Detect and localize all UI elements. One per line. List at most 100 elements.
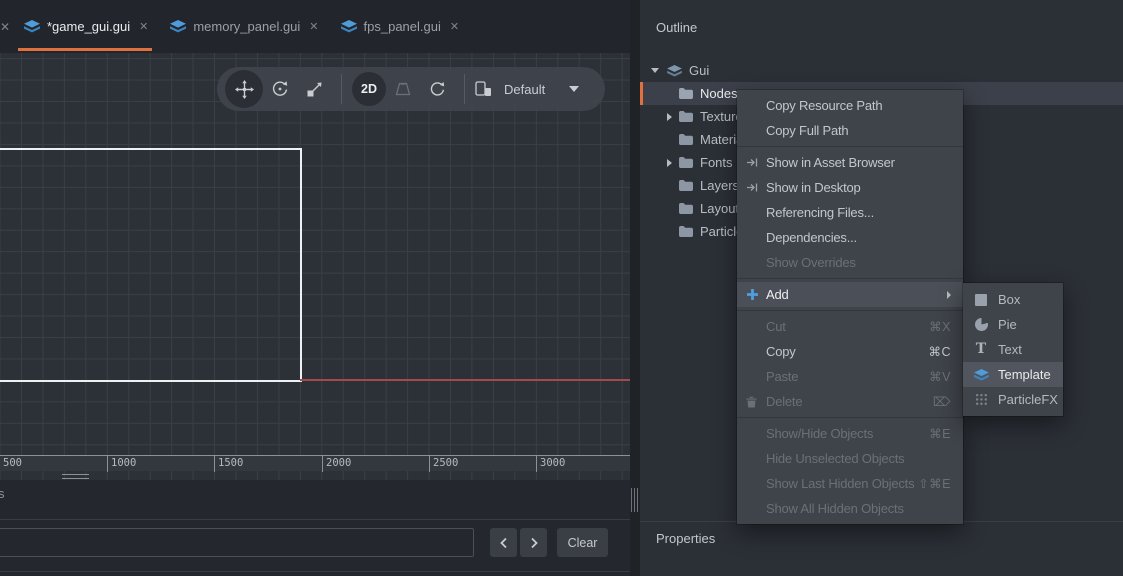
menu-item-copy-full-path[interactable]: Copy Full Path [737, 118, 963, 143]
submenu-item-particlefx[interactable]: ParticleFX [963, 387, 1063, 412]
device-profiles-icon [475, 81, 492, 97]
submenu-item-text[interactable]: T Text [963, 337, 1063, 362]
menu-item-cut: Cut ⌘X [737, 314, 963, 339]
outline-item-label: Fonts [700, 155, 733, 170]
scene-editor-pane: ✕ *game_gui.gui ✕ memory_panel.gui ✕ fps… [0, 0, 630, 576]
ruler-tick: 1500 [214, 456, 243, 472]
x-axis-line [300, 379, 630, 381]
trash-icon [746, 389, 757, 414]
properties-panel-title: Properties [656, 531, 715, 546]
shortcut-hint: ⌘V [929, 369, 951, 384]
scene-viewport[interactable]: 2D Default [0, 53, 630, 480]
close-icon[interactable]: ✕ [309, 20, 318, 33]
console-filter-input[interactable] [0, 528, 474, 557]
menu-item-hide-unselected-objects: Hide Unselected Objects [737, 446, 963, 471]
menu-item-paste: Paste ⌘V [737, 364, 963, 389]
ruler-tick: 1000 [107, 456, 136, 472]
shortcut-hint: ⇧⌘E [918, 476, 951, 491]
template-icon [973, 369, 989, 381]
submenu-arrow-icon [947, 291, 951, 299]
outline-item-label: Gui [689, 63, 709, 78]
menu-item-referencing-files[interactable]: Referencing Files... [737, 200, 963, 225]
perspective-toggle-button[interactable] [386, 72, 420, 106]
close-icon[interactable]: ✕ [139, 20, 148, 33]
ruler-tick: 3000 [536, 456, 565, 472]
menu-separator [737, 310, 963, 311]
move-tool-button[interactable] [225, 70, 263, 108]
gui-stack-icon [667, 65, 682, 77]
rotate-tool-button[interactable] [263, 72, 297, 106]
pane-splitter[interactable] [630, 0, 640, 576]
tab-memory-panel[interactable]: memory_panel.gui ✕ [159, 0, 329, 53]
tab-label: *game_gui.gui [47, 19, 130, 34]
chevron-down-icon[interactable] [569, 86, 579, 92]
particlefx-icon [973, 393, 989, 406]
menu-item-show-last-hidden-objects: Show Last Hidden Objects ⇧⌘E [737, 471, 963, 496]
tab-fps-panel[interactable]: fps_panel.gui ✕ [330, 0, 471, 53]
jump-icon [746, 175, 758, 200]
editor-tab-bar: ✕ *game_gui.gui ✕ memory_panel.gui ✕ fps… [0, 0, 630, 53]
folder-icon [679, 134, 693, 145]
menu-item-copy[interactable]: Copy ⌘C [737, 339, 963, 364]
menu-item-add[interactable]: Add [737, 282, 963, 307]
clear-console-button[interactable]: Clear [557, 528, 608, 557]
viewport-toolbar: 2D Default [217, 67, 605, 111]
expand-icon[interactable] [667, 159, 672, 167]
frustum-icon [394, 81, 412, 97]
close-icon[interactable]: ✕ [0, 20, 13, 34]
box-icon [973, 294, 989, 306]
menu-separator [737, 417, 963, 418]
text-icon: T [973, 343, 989, 356]
close-icon[interactable]: ✕ [450, 20, 459, 33]
scale-tool-button[interactable] [297, 72, 331, 106]
menu-item-show-hide-objects: Show/Hide Objects ⌘E [737, 421, 963, 446]
folder-icon [679, 111, 693, 122]
tab-label: memory_panel.gui [193, 19, 300, 34]
menu-separator [737, 278, 963, 279]
expand-icon[interactable] [667, 113, 672, 121]
device-profile-value: Default [504, 82, 545, 97]
move-icon [235, 80, 254, 99]
context-menu: Copy Resource Path Copy Full Path Show i… [737, 90, 963, 524]
menu-item-show-in-desktop[interactable]: Show in Desktop [737, 175, 963, 200]
camera-reset-button[interactable] [420, 72, 454, 106]
clipped-panel-label: s [0, 486, 5, 501]
submenu-item-box[interactable]: Box [963, 287, 1063, 312]
collapse-icon[interactable] [651, 68, 659, 73]
submenu-item-template[interactable]: Template [963, 362, 1063, 387]
folder-icon [679, 203, 693, 214]
menu-item-show-in-asset-browser[interactable]: Show in Asset Browser [737, 150, 963, 175]
folder-icon [679, 157, 693, 168]
add-submenu: Box Pie T Text Template ParticleFX [963, 283, 1063, 416]
toolbar-divider [464, 74, 465, 104]
outline-item-label: Layers [700, 178, 739, 193]
scale-icon [306, 81, 323, 98]
divider [0, 571, 630, 572]
folder-icon [679, 88, 693, 99]
menu-item-delete: Delete ⌦ [737, 389, 963, 414]
splitter-grip-icon[interactable] [631, 488, 639, 512]
ruler-tick: 2000 [322, 456, 351, 472]
outline-item-gui[interactable]: Gui [640, 59, 1123, 82]
menu-item-copy-resource-path[interactable]: Copy Resource Path [737, 93, 963, 118]
menu-item-show-all-hidden-objects: Show All Hidden Objects [737, 496, 963, 521]
outline-item-label: Nodes [700, 86, 738, 101]
shortcut-hint: ⌘C [928, 344, 951, 359]
2d-mode-button[interactable]: 2D [352, 72, 386, 106]
tab-game-gui[interactable]: *game_gui.gui ✕ [13, 0, 159, 53]
horizontal-scrollbar-thumb[interactable] [62, 474, 89, 479]
gui-stack-icon [24, 20, 40, 33]
toolbar-divider [341, 74, 342, 104]
menu-item-dependencies[interactable]: Dependencies... [737, 225, 963, 250]
shortcut-hint: ⌘E [929, 426, 951, 441]
shortcut-hint: ⌦ [933, 394, 951, 409]
folder-icon [679, 180, 693, 191]
gui-stack-icon [170, 20, 186, 33]
selection-accent [640, 82, 643, 105]
ruler-tick: 500 [0, 456, 22, 472]
find-next-button[interactable] [520, 528, 547, 557]
find-previous-button[interactable] [490, 528, 517, 557]
divider [0, 519, 630, 520]
gui-canvas-bounds [0, 148, 302, 382]
submenu-item-pie[interactable]: Pie [963, 312, 1063, 337]
